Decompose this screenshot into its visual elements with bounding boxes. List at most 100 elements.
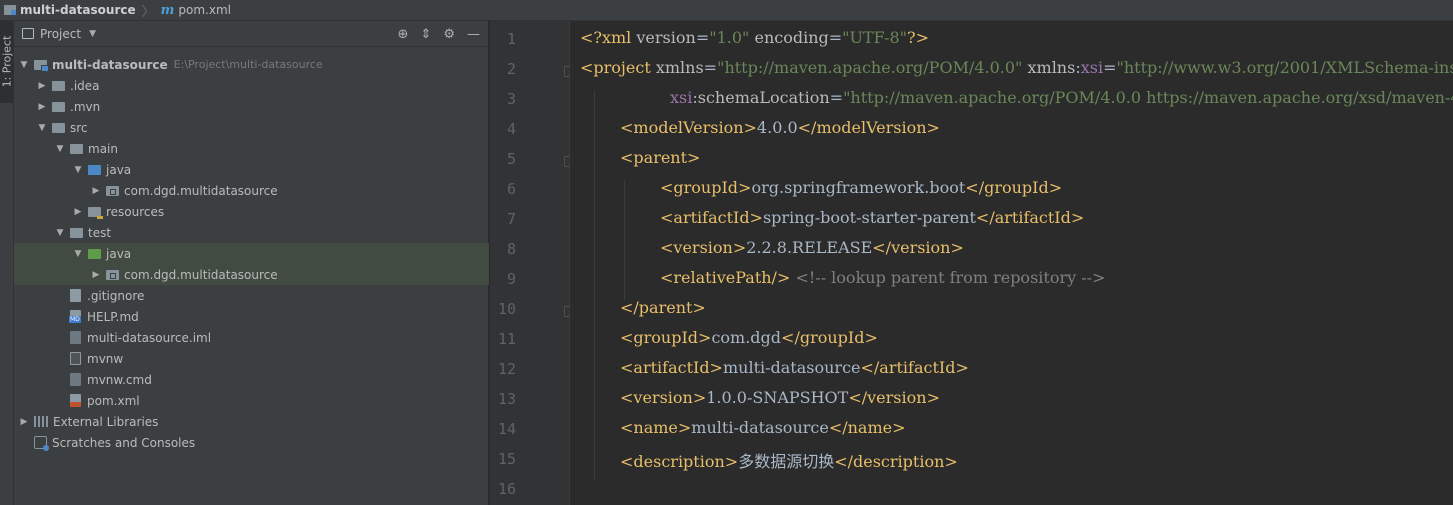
breadcrumb-file[interactable]: m pom.xml: [157, 0, 235, 21]
folder-icon: [52, 122, 65, 133]
code-token: <artifactId>: [620, 358, 723, 377]
code-line[interactable]: <groupId>org.springframework.boot</group…: [660, 178, 1062, 197]
gear-icon[interactable]: ⚙: [443, 27, 455, 42]
tree-item[interactable]: ▼ main: [14, 138, 489, 159]
hide-panel-icon[interactable]: —: [467, 27, 480, 42]
tree-item[interactable]: ▶ com.dgd.multidatasource: [14, 264, 489, 285]
code-token: <version>: [620, 388, 707, 407]
code-token: </name>: [828, 418, 906, 437]
code-token: </groupId>: [965, 178, 1063, 197]
collapse-arrow-icon[interactable]: ▶: [36, 102, 48, 112]
collapse-all-icon[interactable]: ⇕: [420, 27, 431, 42]
code-editor[interactable]: <?xml version="1.0" encoding="UTF-8"?> <p…: [570, 21, 1453, 505]
code-token: =: [829, 88, 844, 107]
line-number: 9: [506, 270, 516, 288]
package-icon: [106, 269, 119, 280]
code-token: ?>: [907, 28, 929, 47]
tree-item[interactable]: HELP.md: [14, 306, 489, 327]
code-line[interactable]: <version>1.0.0-SNAPSHOT</version>: [620, 388, 940, 407]
tree-item[interactable]: ▶ resources: [14, 201, 489, 222]
project-view-selector[interactable]: Project: [40, 27, 81, 41]
tree-item-label: Scratches and Consoles: [52, 435, 196, 450]
code-line[interactable]: <parent>: [620, 148, 700, 167]
expand-arrow-icon[interactable]: ▼: [18, 60, 30, 70]
code-token: "UTF-8": [842, 28, 907, 47]
tree-item-label: test: [88, 225, 112, 240]
tree-item[interactable]: ▶ External Libraries: [14, 411, 489, 432]
code-line[interactable]: <project xmlns="http://maven.apache.org/…: [580, 58, 1453, 77]
tree-item[interactable]: ▼ multi-datasource E:\Project\multi-dataso…: [14, 54, 489, 75]
line-number: 7: [506, 210, 516, 228]
code-line[interactable]: <artifactId>multi-datasource</artifactId…: [620, 358, 969, 377]
tree-item[interactable]: mvnw: [14, 348, 489, 369]
tree-item[interactable]: Scratches and Consoles: [14, 432, 489, 453]
tree-item[interactable]: ▶ com.dgd.multidatasource: [14, 180, 489, 201]
expand-arrow-icon[interactable]: ▼: [72, 165, 84, 175]
code-token: </version>: [872, 238, 964, 257]
collapse-arrow-icon[interactable]: ▶: [72, 207, 84, 217]
tree-item[interactable]: .gitignore: [14, 285, 489, 306]
line-number: 5: [506, 150, 516, 168]
code-line[interactable]: <artifactId>spring-boot-starter-parent</…: [660, 208, 1084, 227]
chevron-down-icon[interactable]: ▼: [89, 29, 96, 39]
expand-arrow-icon[interactable]: ▼: [54, 144, 66, 154]
tree-item[interactable]: mvnw.cmd: [14, 369, 489, 390]
code-token: 4.0.0: [756, 118, 798, 137]
cmd-icon: [70, 373, 81, 386]
expand-arrow-icon[interactable]: ▼: [54, 228, 66, 238]
tree-item-label: java: [106, 162, 132, 177]
folder-icon: [70, 143, 83, 154]
code-token: <version>: [660, 238, 747, 257]
tree-item[interactable]: pom.xml: [14, 390, 489, 411]
project-tool-window-tab[interactable]: 1: Project: [0, 21, 14, 103]
code-line[interactable]: <version>2.2.8.RELEASE</version>: [660, 238, 964, 257]
code-token: com.dgd: [711, 328, 782, 347]
expand-arrow-icon[interactable]: ▼: [72, 249, 84, 259]
collapse-arrow-icon[interactable]: ▶: [90, 186, 102, 196]
gitignore-icon: [70, 289, 81, 302]
collapse-arrow-icon[interactable]: ▶: [90, 270, 102, 280]
code-token: <groupId>: [660, 178, 752, 197]
code-token: <!-- lookup parent from repository -->: [790, 268, 1106, 287]
tree-item[interactable]: ▼ java: [14, 243, 489, 264]
tree-item[interactable]: ▼ java: [14, 159, 489, 180]
folder-icon: [52, 101, 65, 112]
tree-item-label: mvnw.cmd: [87, 372, 152, 387]
code-token: xmlns: [1022, 58, 1076, 77]
code-line[interactable]: xsi:schemaLocation="http://maven.apache.…: [670, 88, 1453, 107]
code-token: <relativePath/>: [660, 268, 791, 287]
project-panel-toolbar: ⊕ ⇕ ⚙ —: [398, 21, 480, 47]
code-line[interactable]: <relativePath/> <!-- lookup parent from …: [660, 268, 1105, 287]
line-number: 8: [506, 240, 516, 258]
tree-item[interactable]: ▼ test: [14, 222, 489, 243]
source-folder-icon: [88, 164, 101, 175]
collapse-arrow-icon[interactable]: ▶: [36, 81, 48, 91]
indent-guide: [594, 90, 595, 480]
code-token: </modelVersion>: [797, 118, 940, 137]
locate-file-icon[interactable]: ⊕: [398, 27, 409, 42]
breadcrumb-project[interactable]: multi-datasource: [0, 0, 140, 21]
tree-item-label: .gitignore: [87, 288, 145, 303]
tree-item[interactable]: ▶ .mvn: [14, 96, 489, 117]
tree-item-label: main: [88, 141, 118, 156]
code-token: multi-datasource: [691, 418, 829, 437]
code-token: "http://www.w3.org/2001/XMLSchema-instan…: [1116, 58, 1453, 77]
code-line[interactable]: <?xml version="1.0" encoding="UTF-8"?>: [580, 28, 929, 47]
code-line[interactable]: <modelVersion>4.0.0</modelVersion>: [620, 118, 940, 137]
tree-item[interactable]: ▶ .idea: [14, 75, 489, 96]
expand-arrow-icon[interactable]: ▼: [36, 123, 48, 133]
code-line[interactable]: </parent>: [620, 298, 706, 317]
collapse-arrow-icon[interactable]: ▶: [18, 417, 30, 427]
markdown-icon: [69, 310, 81, 323]
code-line[interactable]: <name>multi-datasource</name>: [620, 418, 906, 437]
package-icon: [106, 185, 119, 196]
tree-item-label: multi-datasource: [52, 57, 168, 72]
code-line[interactable]: <description>多数据源切换</description>: [620, 448, 958, 472]
line-number: 10: [497, 300, 516, 318]
line-number: 16: [497, 480, 516, 498]
tree-item[interactable]: ▼ src: [14, 117, 489, 138]
code-line[interactable]: <groupId>com.dgd</groupId>: [620, 328, 878, 347]
tree-item-label: .idea: [70, 78, 100, 93]
tree-item[interactable]: multi-datasource.iml: [14, 327, 489, 348]
code-token: </groupId>: [781, 328, 878, 347]
